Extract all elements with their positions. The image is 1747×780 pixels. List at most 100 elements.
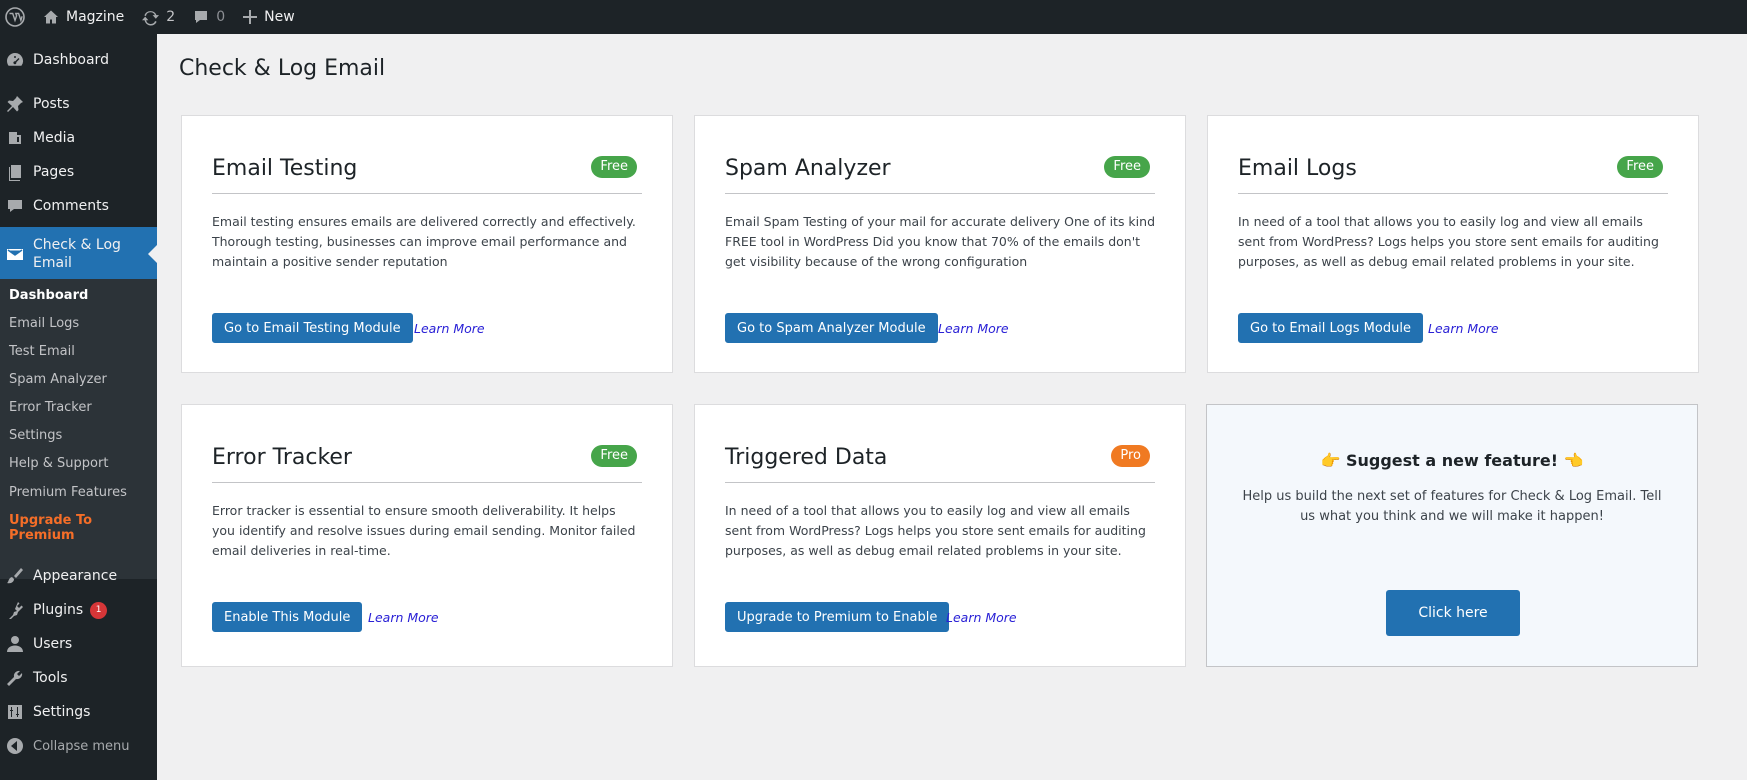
click-here-button[interactable]: Click here: [1386, 590, 1520, 636]
card-header: Email Testing Free: [212, 156, 642, 194]
comments-count: 0: [216, 9, 226, 25]
card-triggered-data: Triggered Data Pro In need of a tool tha…: [694, 404, 1186, 667]
menu-plugins-label: Plugins: [33, 602, 84, 618]
submenu-settings[interactable]: Settings: [9, 428, 62, 443]
menu-users[interactable]: Users: [0, 635, 157, 653]
media-icon: [6, 129, 24, 147]
menu-media[interactable]: Media: [0, 129, 157, 147]
pages-icon: [6, 163, 24, 181]
card-header: Spam Analyzer Free: [725, 156, 1155, 194]
check-log-email-submenu: Dashboard Email Logs Test Email Spam Ana…: [0, 279, 157, 579]
menu-dashboard-label: Dashboard: [33, 52, 109, 68]
submenu-dashboard[interactable]: Dashboard: [9, 288, 88, 303]
menu-check-log-email[interactable]: Check & Log Email: [0, 227, 157, 281]
plus-icon: [243, 10, 258, 24]
menu-tools-label: Tools: [33, 670, 68, 686]
submenu-error-tracker[interactable]: Error Tracker: [9, 400, 92, 415]
menu-posts-label: Posts: [33, 96, 70, 112]
comments-icon: [6, 197, 24, 215]
enable-module-button[interactable]: Enable This Module: [212, 602, 363, 632]
suggest-feature-card: 👉 Suggest a new feature! 👈 Help us build…: [1206, 404, 1698, 667]
card-description: Email Spam Testing of your mail for accu…: [725, 214, 1156, 269]
menu-settings-label: Settings: [33, 704, 91, 720]
new-label: New: [264, 9, 295, 25]
active-indicator: [148, 245, 157, 263]
new-content-link[interactable]: New: [234, 0, 304, 34]
wrench-icon: [6, 669, 24, 687]
card-description: In need of a tool that allows you to eas…: [1238, 214, 1659, 269]
card-error-tracker: Error Tracker Free Error tracker is esse…: [181, 404, 673, 667]
comment-icon: [195, 11, 208, 23]
go-to-spam-analyzer-button[interactable]: Go to Spam Analyzer Module: [725, 313, 938, 343]
learn-more-link[interactable]: Learn More: [414, 321, 485, 336]
card-spam-analyzer: Spam Analyzer Free Email Spam Testing of…: [694, 115, 1186, 373]
menu-tools[interactable]: Tools: [0, 669, 157, 687]
free-badge: Free: [1104, 156, 1150, 178]
submenu-test-email[interactable]: Test Email: [9, 344, 75, 359]
menu-posts[interactable]: Posts: [0, 95, 157, 113]
home-icon: [44, 10, 58, 24]
submenu-upgrade[interactable]: Upgrade To Premium: [9, 513, 157, 543]
plugin-icon: [6, 601, 24, 619]
menu-pages[interactable]: Pages: [0, 163, 157, 181]
menu-comments[interactable]: Comments: [0, 197, 157, 215]
updates-link[interactable]: 2: [133, 0, 184, 34]
suggest-title: 👉 Suggest a new feature! 👈: [1320, 451, 1584, 470]
user-icon: [6, 635, 24, 653]
card-email-logs: Email Logs Free In need of a tool that a…: [1207, 115, 1699, 373]
menu-plugins[interactable]: Plugins 1: [0, 601, 157, 619]
card-header: Triggered Data Pro: [725, 445, 1155, 483]
comments-link[interactable]: 0: [184, 0, 234, 34]
email-icon: [6, 245, 24, 263]
suggest-description: Help us build the next set of features f…: [1242, 489, 1662, 524]
card-title: Error Tracker: [212, 445, 352, 470]
paintbrush-icon: [6, 567, 24, 585]
site-name-link[interactable]: Magzine: [34, 0, 133, 34]
card-title: Triggered Data: [725, 445, 888, 470]
card-email-testing: Email Testing Free Email testing ensures…: [181, 115, 673, 373]
menu-users-label: Users: [33, 636, 73, 652]
admin-bar: Magzine 2 0 New: [0, 0, 1747, 34]
collapse-arrow-icon: [6, 737, 24, 755]
go-to-email-testing-button[interactable]: Go to Email Testing Module: [212, 313, 413, 343]
dashboard-icon: [6, 51, 24, 69]
card-header: Error Tracker Free: [212, 445, 642, 483]
submenu-spam-analyzer[interactable]: Spam Analyzer: [9, 372, 107, 387]
settings-sliders-icon: [6, 703, 24, 721]
menu-appearance-label: Appearance: [33, 568, 118, 584]
submenu-premium-features[interactable]: Premium Features: [9, 485, 127, 500]
wordpress-logo-menu[interactable]: [0, 0, 34, 34]
plugins-update-badge: 1: [90, 601, 108, 619]
menu-pages-label: Pages: [33, 164, 75, 180]
card-title: Spam Analyzer: [725, 156, 891, 181]
admin-sidebar: Dashboard Posts Media Pages Comments Che…: [0, 34, 157, 780]
free-badge: Free: [1617, 156, 1663, 178]
menu-settings[interactable]: Settings: [0, 703, 157, 721]
submenu-help-support[interactable]: Help & Support: [9, 456, 108, 471]
card-title: Email Testing: [212, 156, 358, 181]
free-badge: Free: [591, 156, 637, 178]
go-to-email-logs-button[interactable]: Go to Email Logs Module: [1238, 313, 1423, 343]
submenu-email-logs[interactable]: Email Logs: [9, 316, 79, 331]
menu-check-log-email-label: Check & Log Email: [33, 237, 121, 271]
learn-more-link[interactable]: Learn More: [938, 321, 1009, 336]
learn-more-link[interactable]: Learn More: [946, 610, 1017, 625]
free-badge: Free: [591, 445, 637, 467]
upgrade-to-premium-button[interactable]: Upgrade to Premium to Enable: [725, 602, 950, 632]
collapse-menu-button[interactable]: Collapse menu: [0, 737, 157, 755]
menu-appearance[interactable]: Appearance: [0, 567, 157, 585]
menu-comments-label: Comments: [33, 198, 109, 214]
card-title: Email Logs: [1238, 156, 1357, 181]
pushpin-icon: [6, 95, 24, 113]
learn-more-link[interactable]: Learn More: [1428, 321, 1499, 336]
learn-more-link[interactable]: Learn More: [368, 610, 439, 625]
collapse-menu-label: Collapse menu: [33, 738, 130, 754]
pro-badge: Pro: [1111, 445, 1150, 467]
card-description: In need of a tool that allows you to eas…: [725, 503, 1146, 558]
site-name: Magzine: [66, 9, 125, 25]
menu-dashboard[interactable]: Dashboard: [0, 51, 157, 69]
card-description: Email testing ensures emails are deliver…: [212, 214, 636, 269]
page-title: Check & Log Email: [179, 56, 386, 81]
updates-count: 2: [166, 9, 176, 25]
wordpress-icon: [5, 7, 25, 27]
